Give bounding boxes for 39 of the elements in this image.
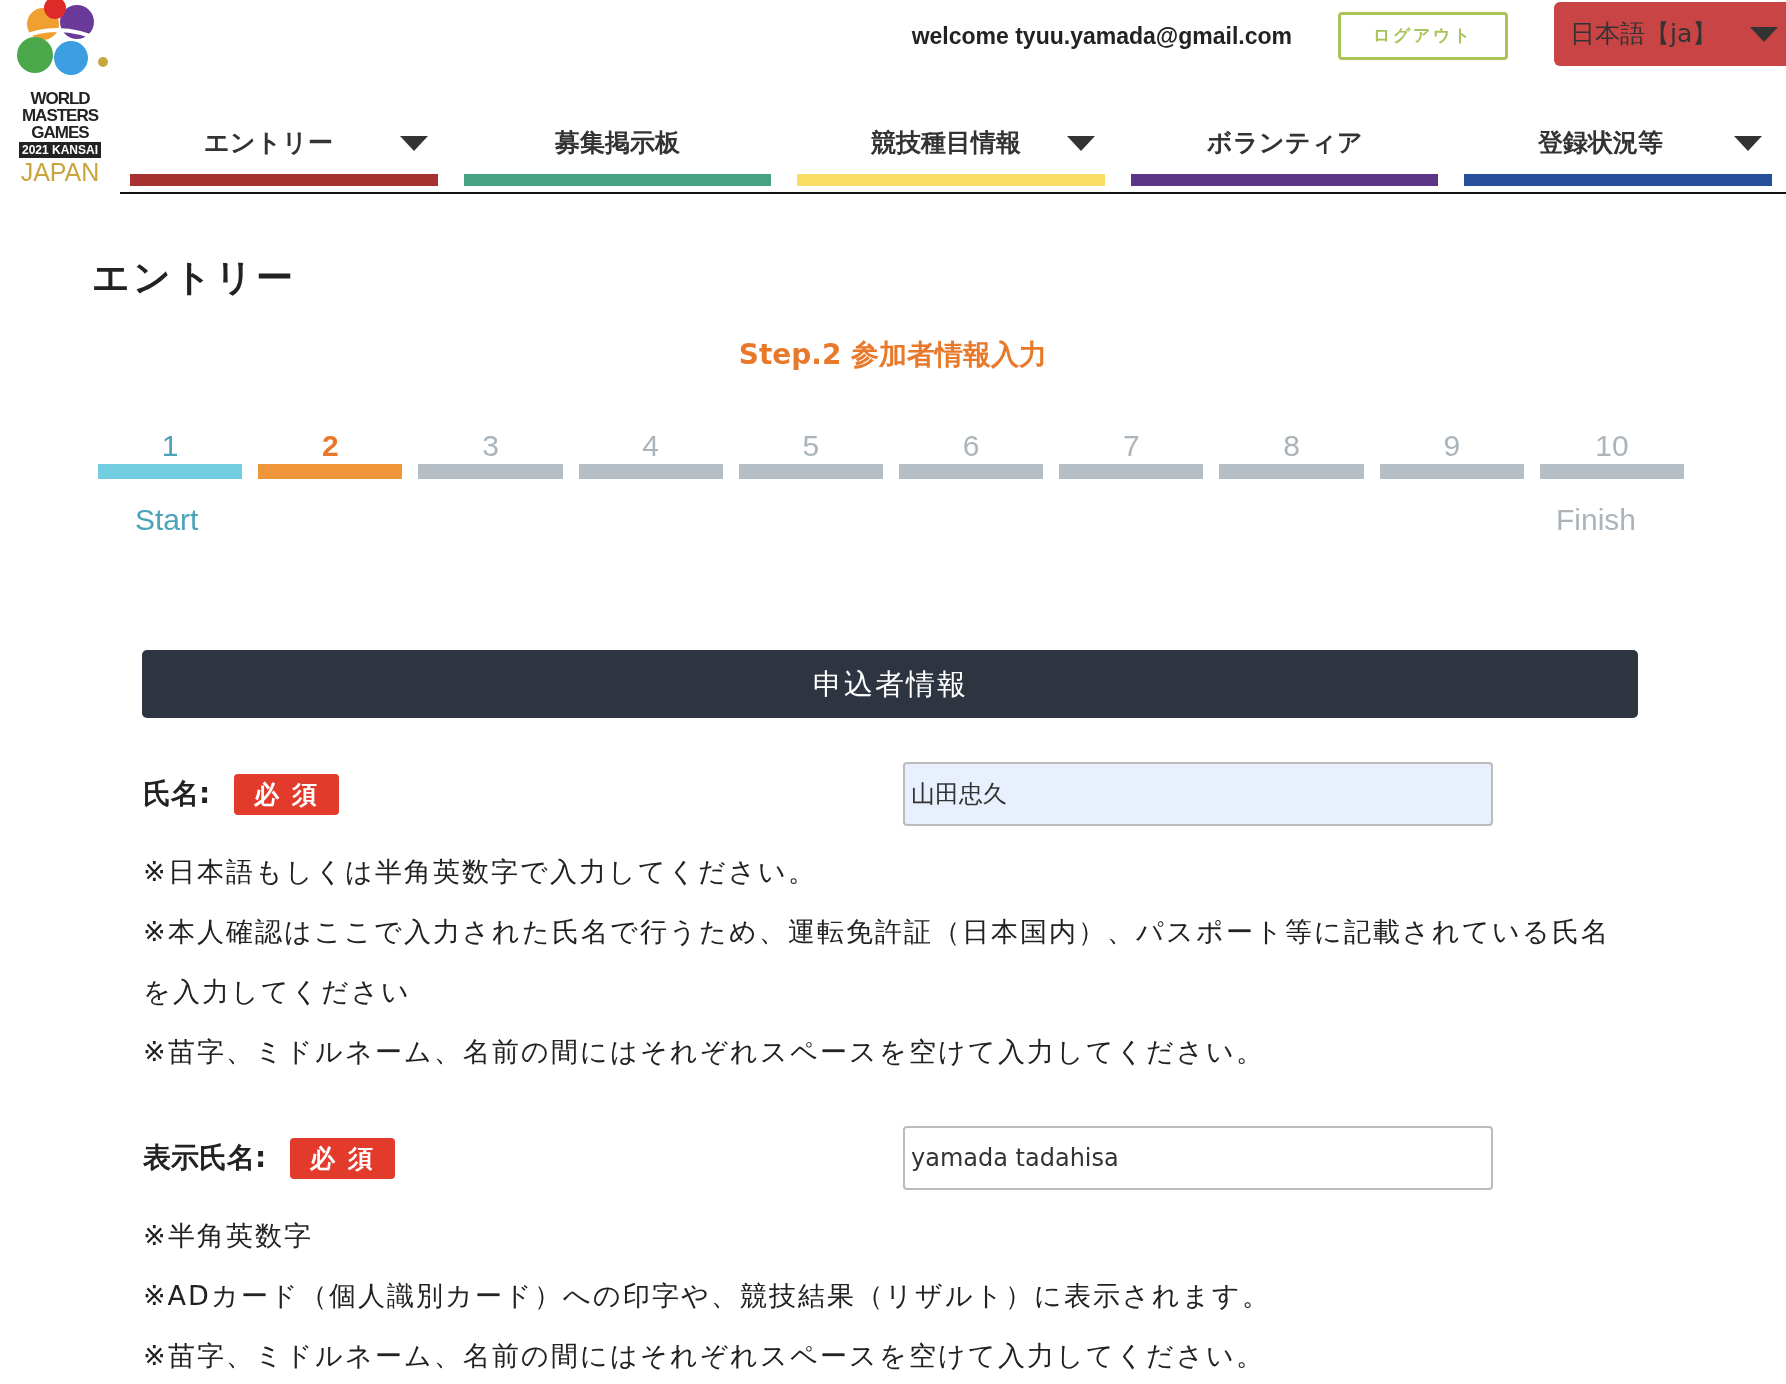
step-number: 10	[1594, 428, 1630, 465]
logo-text: WORLD	[30, 90, 90, 107]
logo-text: 2021 KANSAI	[19, 142, 101, 158]
required-tag: 必 須	[290, 1137, 395, 1180]
welcome-text: welcome tyuu.yamada@gmail.com	[911, 21, 1292, 51]
step-number: 8	[1282, 428, 1301, 465]
note-text: ※苗字、ミドルネーム、名前の間にはそれぞれスペースを空けて入力してください。	[143, 1035, 1266, 1070]
field-label: 氏名:	[143, 776, 211, 813]
step-number: 1	[160, 428, 180, 465]
caret-icon	[1750, 26, 1778, 42]
step-number: 5	[801, 428, 821, 465]
step-number: 2	[320, 428, 340, 465]
step-number: 3	[481, 428, 500, 465]
note-text: ※日本語もしくは半角英数字で入力してください。	[143, 855, 818, 890]
note-text: ※半角英数字	[143, 1219, 314, 1254]
nav-link[interactable]: 登録状況等	[1464, 120, 1772, 166]
nav-link[interactable]: ボランティア	[1130, 120, 1439, 166]
section-header: 申込者情報	[142, 650, 1638, 719]
logo-text: MASTERS	[21, 107, 99, 124]
note-text: ※苗字、ミドルネーム、名前の間にはそれぞれスペースを空けて入力してください。	[143, 1339, 1266, 1374]
step-label: Start	[135, 502, 199, 539]
input-field[interactable]: yamada tadahisa	[903, 1126, 1493, 1191]
step-label: Finish	[1555, 502, 1636, 539]
field-label: 表示氏名:	[143, 1140, 267, 1177]
logo-text: JAPAN	[20, 159, 100, 185]
page-title: エントリー	[92, 256, 297, 301]
note-text: ※ADカード（個人識別カード）への印字や、競技結果（リザルト）に表示されます。	[143, 1279, 1272, 1314]
nav-link[interactable]: 競技種目情報	[797, 120, 1105, 166]
nav-link[interactable]: 募集掲示板	[463, 120, 772, 166]
step-title: Step.2 参加者情報入力	[737, 337, 1049, 374]
note-text: ※本人確認はここで入力された氏名で行うため、運転免許証（日本国内）、パスポート等に記載されている氏名を入力してください	[143, 915, 1611, 1010]
input-field[interactable]: 山田忠久	[903, 762, 1493, 827]
step-number: 4	[641, 428, 661, 465]
required-tag: 必 須	[234, 773, 339, 816]
nav-link[interactable]: エントリー	[130, 120, 438, 166]
logo-text: GAMES	[31, 124, 89, 141]
step-number: 9	[1442, 428, 1462, 465]
step-number: 6	[961, 428, 981, 465]
step-number: 7	[1121, 428, 1141, 465]
